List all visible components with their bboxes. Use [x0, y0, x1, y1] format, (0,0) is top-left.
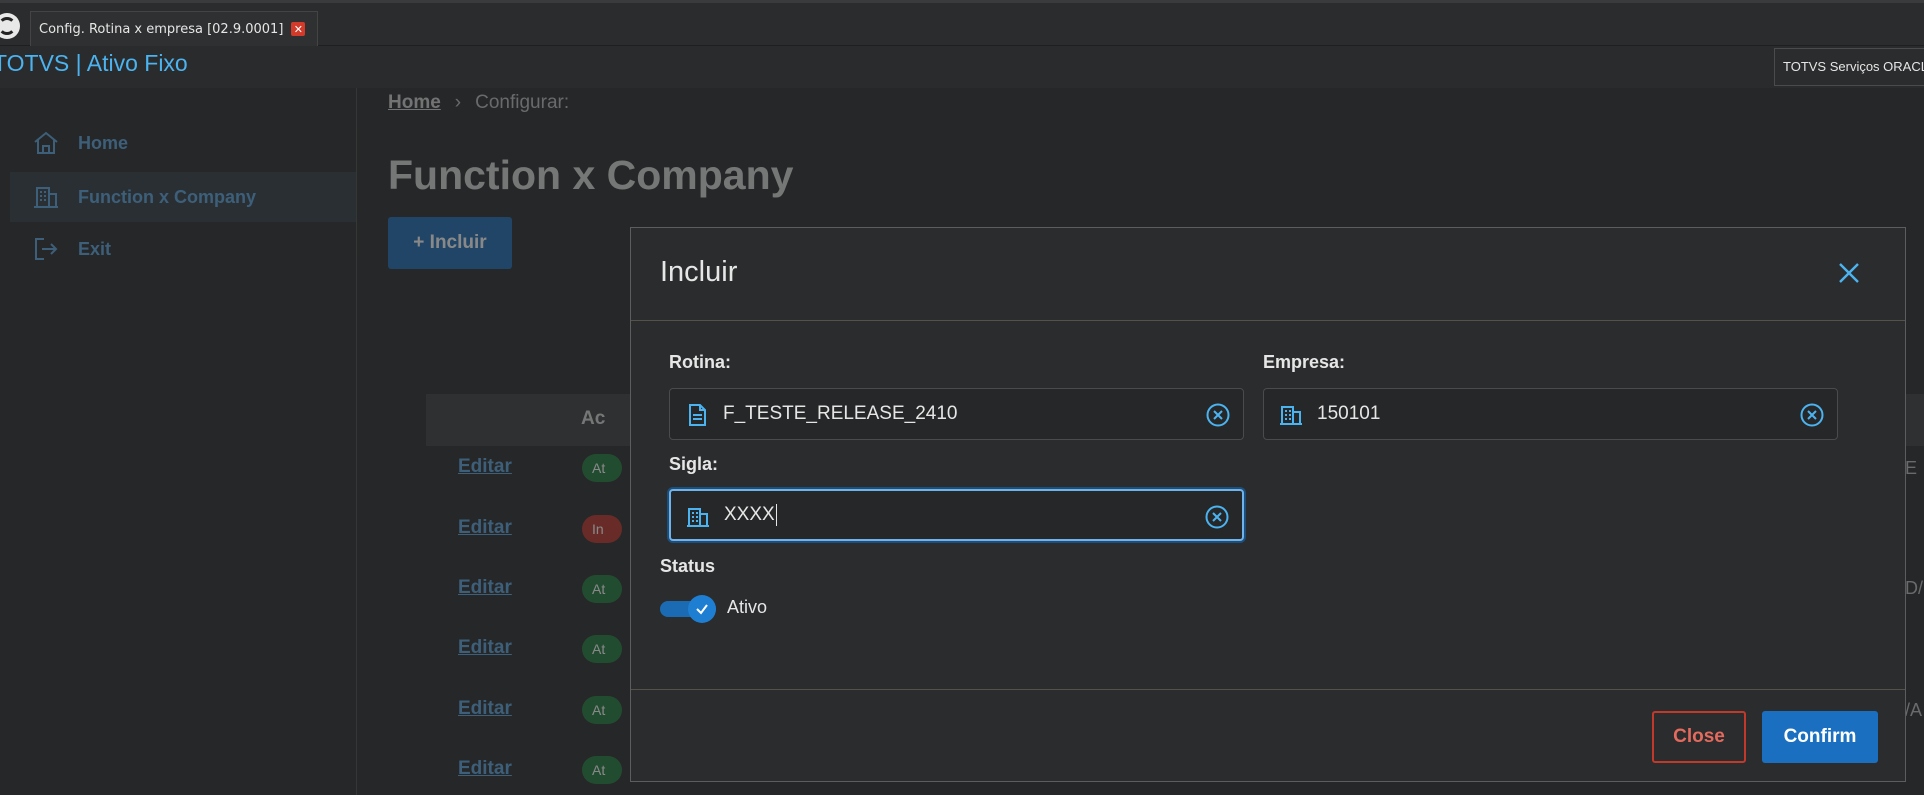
home-icon	[34, 131, 58, 154]
sigla-text: XXXX	[724, 504, 775, 525]
edit-link[interactable]: Editar	[458, 698, 512, 720]
clear-icon[interactable]	[1204, 504, 1230, 530]
confirm-button[interactable]: Confirm	[1762, 711, 1878, 763]
add-button-label: Incluir	[429, 232, 487, 253]
status-badge: At	[582, 575, 622, 603]
dialog-header: Incluir	[631, 228, 1905, 321]
chevron-right-icon: ›	[454, 92, 462, 113]
rotina-value: F_TESTE_RELEASE_2410	[723, 403, 958, 424]
include-dialog: Incluir Rotina: F_TESTE_RELEASE_2410 Emp…	[630, 227, 1906, 782]
rotina-label: Rotina:	[669, 352, 731, 372]
sigla-label: Sigla:	[669, 454, 719, 474]
sidebar: Home Function x Company Exit	[10, 88, 357, 795]
text-caret	[775, 503, 777, 526]
building-icon	[1280, 406, 1302, 425]
status-toggle[interactable]	[660, 595, 716, 623]
edit-link[interactable]: Editar	[458, 758, 512, 780]
edit-link[interactable]: Editar	[458, 456, 512, 478]
sidebar-item-exit[interactable]: Exit	[10, 224, 356, 274]
tab-label: Config. Rotina x empresa [02.9.0001]	[39, 21, 284, 37]
breadcrumb-current: Configurar:	[475, 92, 570, 113]
app-logo-icon	[0, 13, 20, 39]
sidebar-item-label: Exit	[78, 238, 112, 259]
sigla-value: XXXX	[724, 491, 777, 539]
status-badge: At	[582, 635, 622, 663]
exit-icon	[35, 238, 58, 260]
document-icon	[689, 404, 706, 426]
empresa-field[interactable]: 150101	[1263, 388, 1838, 440]
company-selector[interactable]: TOTVS Serviços ORACLE	[1774, 48, 1924, 86]
status-badge: In	[582, 515, 622, 543]
dialog-title: Incluir	[660, 256, 738, 288]
breadcrumb: Home › Configurar:	[388, 92, 569, 114]
status-toggle-label: Ativo	[727, 597, 768, 617]
edit-link[interactable]: Editar	[458, 577, 512, 599]
clear-icon[interactable]	[1205, 402, 1231, 428]
table-header-actions: Ac	[581, 408, 606, 429]
table-cell-clipped: E	[1905, 458, 1918, 478]
sidebar-item-label: Home	[78, 132, 129, 153]
building-icon	[687, 508, 709, 527]
empresa-value: 150101	[1317, 403, 1381, 424]
table-cell-clipped: /A	[1905, 700, 1923, 720]
sidebar-item-home[interactable]: Home	[10, 118, 356, 168]
close-button[interactable]: Close	[1652, 711, 1746, 763]
dialog-footer-divider	[631, 689, 1905, 690]
tab-close-icon[interactable]: ✕	[291, 22, 306, 36]
empresa-label: Empresa:	[1263, 352, 1346, 372]
app-header: TOTVS | Ativo Fixo TOTVS Serviços ORACLE	[0, 46, 1924, 88]
breadcrumb-home[interactable]: Home	[388, 92, 441, 114]
edit-link[interactable]: Editar	[458, 637, 512, 659]
status-badge: At	[582, 696, 622, 724]
status-badge: At	[582, 756, 622, 784]
check-icon	[688, 595, 716, 623]
page-title: Function x Company	[388, 152, 794, 198]
close-icon[interactable]	[1833, 257, 1865, 289]
plus-icon: +	[413, 232, 430, 253]
status-label: Status	[660, 556, 716, 576]
table-cell-clipped: D/	[1905, 578, 1923, 598]
edit-link[interactable]: Editar	[458, 517, 512, 539]
tab-bar: Config. Rotina x empresa [02.9.0001] ✕	[0, 3, 1924, 46]
sidebar-item-function-company[interactable]: Function x Company	[10, 172, 356, 222]
tab-config-rotina[interactable]: Config. Rotina x empresa [02.9.0001] ✕	[30, 11, 319, 46]
sidebar-item-label: Function x Company	[78, 186, 257, 207]
status-badge: At	[582, 454, 622, 482]
add-button[interactable]: + Incluir	[388, 217, 512, 269]
building-icon	[34, 187, 58, 208]
clear-icon[interactable]	[1799, 402, 1825, 428]
app-title: TOTVS | Ativo Fixo	[0, 50, 188, 76]
rotina-field[interactable]: F_TESTE_RELEASE_2410	[669, 388, 1244, 440]
sigla-field[interactable]: XXXX	[669, 489, 1244, 541]
